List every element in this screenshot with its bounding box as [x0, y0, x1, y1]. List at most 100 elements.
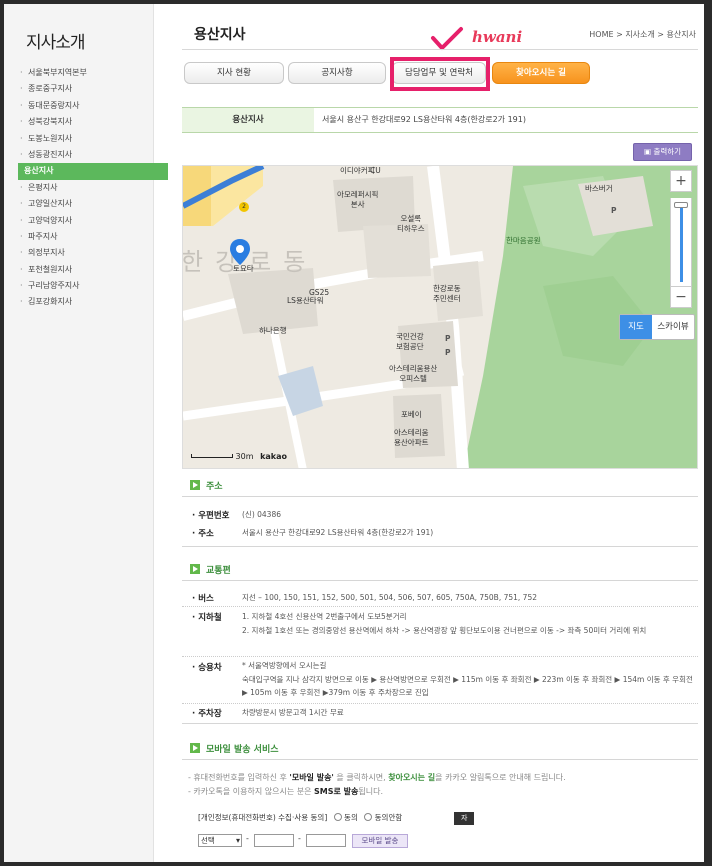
sidebar-item[interactable]: 종로중구지사: [18, 81, 168, 98]
scale-bar: [191, 454, 233, 458]
sidebar-menu: 서울북부지역본부 종로중구지사 동대문중랑지사 성북강북지사 도봉노원지사 성동…: [18, 65, 168, 311]
section-header-transport: 교통편: [190, 563, 231, 576]
subway-value: 1. 지하철 4호선 신용산역 2번출구에서 도보5분거리 2. 지하철 1호선…: [242, 610, 694, 637]
page-frame: 지사소개 서울북부지역본부 종로중구지사 동대문중랑지사 성북강북지사 도봉노원…: [4, 4, 704, 862]
section-header-address: 주소: [190, 479, 223, 492]
phone-last-input[interactable]: [306, 834, 346, 847]
map-scale: 30m kakao: [191, 452, 287, 461]
main-content: 용산지사 hwani HOME > 지사소개 > 용산지사 지사 현황 공지사항…: [160, 4, 704, 862]
sidebar-item[interactable]: 성동광진지사: [18, 147, 168, 164]
map-poi-label: 하나은행: [259, 326, 287, 335]
location-pin-icon: [230, 239, 250, 265]
map-poi-label: 아스테리움용산 오피스텔: [389, 364, 438, 383]
parking-icon: P: [611, 206, 617, 215]
address-label: 주소: [192, 527, 214, 539]
sidebar-item[interactable]: 동대문중랑지사: [18, 98, 168, 115]
info-text: 됩니다.: [358, 787, 383, 796]
map-type-toggle: 지도 스카이뷰: [619, 314, 695, 340]
subway-route-1: 1. 지하철 4호선 신용산역 2번출구에서 도보5분거리: [242, 612, 407, 621]
sidebar-item[interactable]: 의정부지사: [18, 245, 168, 262]
sidebar-item[interactable]: 파주지사: [18, 229, 168, 246]
section-divider: [182, 546, 698, 547]
map-view[interactable]: 한강로동 이디야커피 CU 아모레퍼시픽 본사 오설록 티하우스 바스버거 한마…: [182, 165, 698, 469]
bus-value: 지선 – 100, 150, 151, 152, 500, 501, 504, …: [242, 593, 537, 602]
subway-route-2: 2. 지하철 1호선 또는 경의중앙선 용산역에서 하차 -> 용산역광장 앞 …: [242, 625, 647, 635]
car-value: * 서울역방향에서 오시는길 숙대입구역을 지나 삼각지 방면으로 이동 ▶ 용…: [242, 659, 694, 700]
row-divider: [182, 656, 698, 657]
zoom-out-button[interactable]: −: [670, 286, 692, 308]
tab-branch-status[interactable]: 지사 현황: [184, 62, 284, 84]
phone-separator: -: [246, 834, 249, 843]
postal-code-value: (신) 04386: [242, 510, 281, 519]
map-poi-label: 아스테리움 용산아파트: [394, 428, 429, 447]
map-poi-label: 한강로동 주민센터: [433, 284, 461, 303]
sidebar-item[interactable]: 은평지사: [18, 180, 168, 197]
car-label: 승용차: [192, 661, 221, 673]
section-title: 교통편: [206, 566, 231, 576]
map-poi-label: 바스버거: [585, 184, 613, 193]
detail-view-button[interactable]: 자세히 보기: [454, 812, 475, 861]
disagree-radio[interactable]: [364, 813, 373, 821]
sidebar-item[interactable]: 고양덕양지사: [18, 213, 168, 230]
info-text: 을 카카오 알림톡으로 안내해 드립니다.: [435, 773, 566, 782]
parking-icon: P: [445, 348, 451, 357]
bus-label: 버스: [192, 592, 214, 604]
sidebar-item-active[interactable]: 용산지사: [18, 163, 168, 180]
section-divider: [182, 496, 698, 497]
disagree-label: 동의안함: [374, 813, 403, 822]
sidebar-title: 지사소개: [26, 33, 86, 53]
mobile-send-form: [개인정보(휴대전화번호) 수집·사용 동의] 동의 동의안함 자세히 보기 선…: [198, 812, 475, 861]
sidebar-item[interactable]: 포천철원지사: [18, 262, 168, 279]
scale-value: 30m: [235, 452, 254, 461]
section-bullet-icon: [190, 743, 200, 753]
annotation-highlight-box: [390, 57, 490, 91]
map-poi-label: LS용산타워: [287, 296, 324, 305]
info-emphasis: '모바일 발송': [289, 773, 334, 782]
section-bullet-icon: [190, 480, 200, 490]
address-bar-label: 용산지사: [182, 108, 314, 132]
agree-radio[interactable]: [333, 813, 342, 821]
sidebar-item[interactable]: 도봉노원지사: [18, 131, 168, 148]
sidebar-item[interactable]: 구리남양주지사: [18, 278, 168, 295]
consent-label: [개인정보(휴대전화번호) 수집·사용 동의]: [198, 813, 328, 822]
zoom-in-button[interactable]: +: [670, 170, 692, 192]
print-button[interactable]: ▣ 출력하기: [633, 143, 692, 161]
tab-directions[interactable]: 찾아오시는 길: [492, 62, 590, 84]
mobile-send-button[interactable]: 모바일 발송: [352, 834, 408, 848]
printer-icon: ▣: [643, 147, 654, 156]
info-text: - 카카오톡을 이용하지 않으시는 분은: [188, 787, 315, 796]
page-title: 용산지사: [194, 27, 246, 43]
section-title: 주소: [206, 482, 223, 492]
map-poi-label: CU: [370, 166, 381, 175]
zoom-slider-handle[interactable]: [674, 202, 688, 208]
section-title: 모바일 발송 서비스: [206, 745, 279, 755]
map-poi-label: 포베이: [401, 410, 422, 419]
map-poi-label: 국민건강 보험공단: [396, 332, 424, 351]
parking-value: 차량방문시 방문고객 1시간 무료: [242, 708, 344, 717]
agree-label: 동의: [344, 813, 358, 822]
section-divider: [182, 759, 698, 760]
map-poi-label: 한마음공원: [506, 236, 541, 245]
annotation-text: hwani: [472, 28, 523, 46]
sidebar-item[interactable]: 고양일산지사: [18, 196, 168, 213]
address-bar: 용산지사 서울시 용산구 한강대로92 LS용산타워 4층(한강로2가 191): [182, 107, 698, 133]
sidebar-item[interactable]: 김포강화지사: [18, 294, 168, 311]
section-header-mobile: 모바일 발송 서비스: [190, 742, 279, 755]
map-poi-label: 아모레퍼시픽 본사: [337, 190, 379, 209]
phone-prefix-select[interactable]: 선택: [198, 834, 242, 847]
address-bar-value: 서울시 용산구 한강대로92 LS용산타워 4층(한강로2가 191): [322, 115, 526, 124]
mobile-info-line-1: - 휴대전화번호를 입력하신 후 '모바일 발송' 을 클릭하시면, 찾아오시는…: [188, 771, 566, 785]
map-poi-label: 오설록 티하우스: [397, 214, 425, 233]
car-route-detail: 숙대입구역을 지나 삼각지 방면으로 이동 ▶ 용산역방면으로 우회전 ▶ 11…: [242, 674, 693, 698]
phone-separator: -: [298, 834, 301, 843]
phone-middle-input[interactable]: [254, 834, 294, 847]
map-type-skyview-button[interactable]: 스카이뷰: [652, 315, 694, 339]
zoom-slider[interactable]: [670, 198, 692, 294]
info-highlight: 찾아오시는 길: [388, 773, 436, 782]
map-type-map-button[interactable]: 지도: [620, 315, 652, 339]
sidebar-item[interactable]: 성북강북지사: [18, 114, 168, 131]
tab-notices[interactable]: 공지사항: [288, 62, 386, 84]
section-bullet-icon: [190, 564, 200, 574]
sidebar: 지사소개 서울북부지역본부 종로중구지사 동대문중랑지사 성북강북지사 도봉노원…: [4, 4, 168, 862]
sidebar-item[interactable]: 서울북부지역본부: [18, 65, 168, 82]
